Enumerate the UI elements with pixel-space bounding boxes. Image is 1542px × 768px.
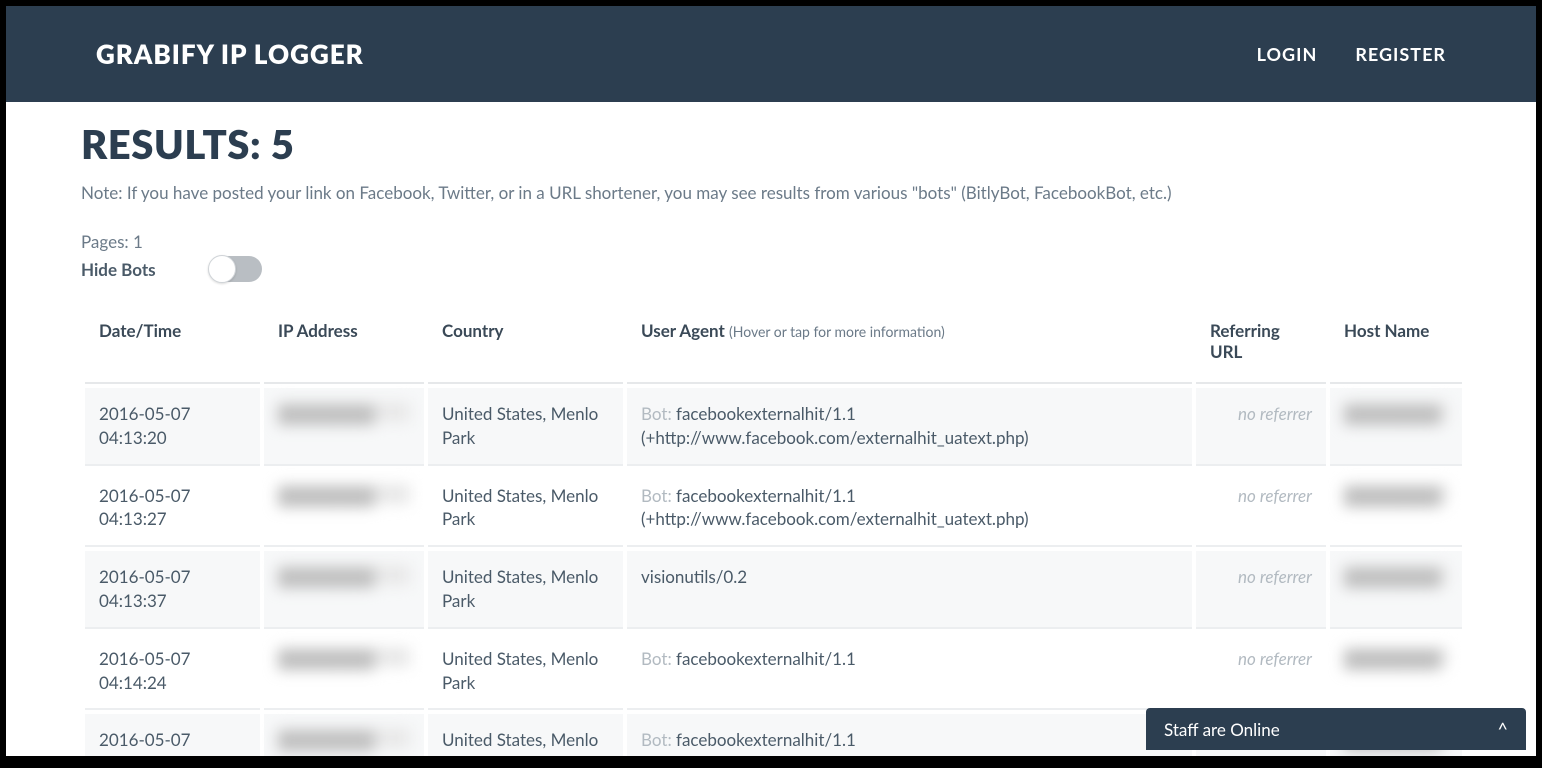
brand-logo[interactable]: GRABIFY IP LOGGER <box>96 38 364 70</box>
table-header-row: Date/Time IP Address Country User Agent … <box>85 300 1462 384</box>
cell-user-agent[interactable]: visionutils/0.2 <box>627 551 1192 629</box>
page-title: RESULTS: 5 <box>81 120 1466 168</box>
cell-referrer: no referrer <box>1196 633 1326 711</box>
cell-date: 2016-05-07 04:13:20 <box>85 388 260 466</box>
cell-host: ████████ <box>1330 633 1462 711</box>
cell-date: 2016-05-07 04:13:27 <box>85 470 260 548</box>
chevron-up-icon: ^ <box>1498 718 1508 740</box>
table-row: 2016-05-07 04:13:27████████United States… <box>85 470 1462 548</box>
cell-referrer: no referrer <box>1196 470 1326 548</box>
th-ua-main: User Agent <box>641 320 725 341</box>
pages-top: Pages: 1 <box>81 231 1466 252</box>
cell-user-agent[interactable]: Bot: facebookexternalhit/1.1 (+http://ww… <box>627 388 1192 466</box>
th-referring-url: Referring URL <box>1196 300 1326 384</box>
table-row: 2016-05-07 04:13:20████████United States… <box>85 388 1462 466</box>
cell-host: ████████ <box>1330 470 1462 548</box>
table-row: 2016-05-07 04:13:37████████United States… <box>85 551 1462 629</box>
login-link[interactable]: LOGIN <box>1257 43 1318 65</box>
navbar: GRABIFY IP LOGGER LOGIN REGISTER <box>6 6 1536 102</box>
th-host-name: Host Name <box>1330 300 1462 384</box>
cell-ip: ████████ <box>264 714 424 756</box>
cell-country: United States, Menlo Park <box>428 714 623 756</box>
table-row: 2016-05-07 04:14:24████████United States… <box>85 633 1462 711</box>
th-country: Country <box>428 300 623 384</box>
th-date: Date/Time <box>85 300 260 384</box>
register-link[interactable]: REGISTER <box>1355 43 1446 65</box>
cell-ip: ████████ <box>264 551 424 629</box>
cell-date: 2016-05-07 04:14:31 <box>85 714 260 756</box>
main-content: RESULTS: 5 Note: If you have posted your… <box>6 102 1536 756</box>
th-ua-sub: (Hover or tap for more information) <box>729 323 945 340</box>
th-ip: IP Address <box>264 300 424 384</box>
toggle-knob <box>208 255 236 283</box>
cell-user-agent[interactable]: Bot: facebookexternalhit/1.1 <box>627 633 1192 711</box>
cell-host: ████████ <box>1330 551 1462 629</box>
hide-bots-toggle[interactable] <box>210 256 262 282</box>
cell-country: United States, Menlo Park <box>428 551 623 629</box>
cell-user-agent[interactable]: Bot: facebookexternalhit/1.1 (+http://ww… <box>627 714 1192 756</box>
cell-referrer: no referrer <box>1196 551 1326 629</box>
results-table: Date/Time IP Address Country User Agent … <box>81 296 1466 756</box>
cell-host: ████████ <box>1330 388 1462 466</box>
cell-country: United States, Menlo Park <box>428 470 623 548</box>
cell-referrer: no referrer <box>1196 388 1326 466</box>
cell-ip: ████████ <box>264 633 424 711</box>
th-user-agent: User Agent (Hover or tap for more inform… <box>627 300 1192 384</box>
cell-ip: ████████ <box>264 388 424 466</box>
cell-date: 2016-05-07 04:13:37 <box>85 551 260 629</box>
cell-ip: ████████ <box>264 470 424 548</box>
chat-widget[interactable]: Staff are Online ^ <box>1146 708 1526 750</box>
chat-label: Staff are Online <box>1164 719 1280 740</box>
hide-bots-label: Hide Bots <box>81 259 156 280</box>
note-text: Note: If you have posted your link on Fa… <box>81 182 1466 203</box>
cell-country: United States, Menlo Park <box>428 633 623 711</box>
hide-bots-row: Hide Bots <box>81 256 1466 282</box>
cell-user-agent[interactable]: Bot: facebookexternalhit/1.1 (+http://ww… <box>627 470 1192 548</box>
cell-country: United States, Menlo Park <box>428 388 623 466</box>
nav-right: LOGIN REGISTER <box>1257 43 1446 65</box>
cell-date: 2016-05-07 04:14:24 <box>85 633 260 711</box>
